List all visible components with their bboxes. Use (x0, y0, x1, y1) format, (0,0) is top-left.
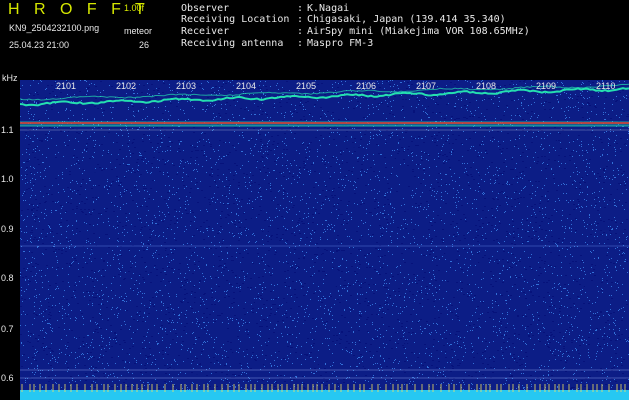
x-tick-label: 2103 (176, 81, 197, 91)
spectrogram (20, 80, 629, 400)
x-tick-label: 2107 (416, 81, 437, 91)
version-label: 1.00f (124, 3, 145, 13)
meteor-count: 26 (139, 40, 150, 50)
observer-sep: : (297, 3, 304, 14)
observer-key: Observer (181, 3, 230, 14)
filename-label: KN9_2504232100.png (9, 23, 100, 33)
location-value: Chigasaki, Japan (139.414 35.340) (307, 14, 506, 25)
y-tick-label: 0.6 (1, 373, 14, 383)
observer-value: K.Nagai (307, 3, 350, 14)
timestamp-label: 25.04.23 21:00 (9, 40, 70, 50)
y-tick-label: 1.1 (1, 125, 14, 135)
location-sep: : (297, 14, 304, 25)
x-tick-label: 2110 (596, 81, 616, 91)
y-tick-label: 0.9 (1, 224, 14, 234)
meteor-label: meteor (124, 26, 153, 36)
antenna-key: Receiving antenna (181, 38, 284, 49)
x-tick-label: 2106 (356, 81, 377, 91)
location-key: Receiving Location (181, 14, 290, 25)
y-tick-label: 0.7 (1, 324, 14, 334)
x-tick-label: 2108 (476, 81, 497, 91)
y-tick-label: 1.0 (1, 174, 14, 184)
receiver-sep: : (297, 26, 304, 37)
x-tick-label: 2101 (56, 81, 77, 91)
header-panel: H R O F F T 1.00f KN9_2504232100.png 25.… (0, 0, 629, 74)
antenna-value: Maspro FM-3 (307, 38, 374, 49)
x-tick-label: 2105 (296, 81, 317, 91)
antenna-sep: : (297, 38, 304, 49)
spectrogram-canvas (20, 80, 629, 400)
x-tick-label: 2109 (536, 81, 557, 91)
receiver-value: AirSpy mini (Miakejima VOR 108.65MHz) (307, 26, 530, 37)
x-tick-label: 2102 (116, 81, 137, 91)
x-tick-label: 2104 (236, 81, 257, 91)
axis-unit: kHz (2, 73, 18, 83)
receiver-key: Receiver (181, 26, 230, 37)
y-tick-label: 0.8 (1, 273, 14, 283)
y-axis: 1.1 1.0 0.9 0.8 0.7 0.6 (0, 74, 20, 400)
